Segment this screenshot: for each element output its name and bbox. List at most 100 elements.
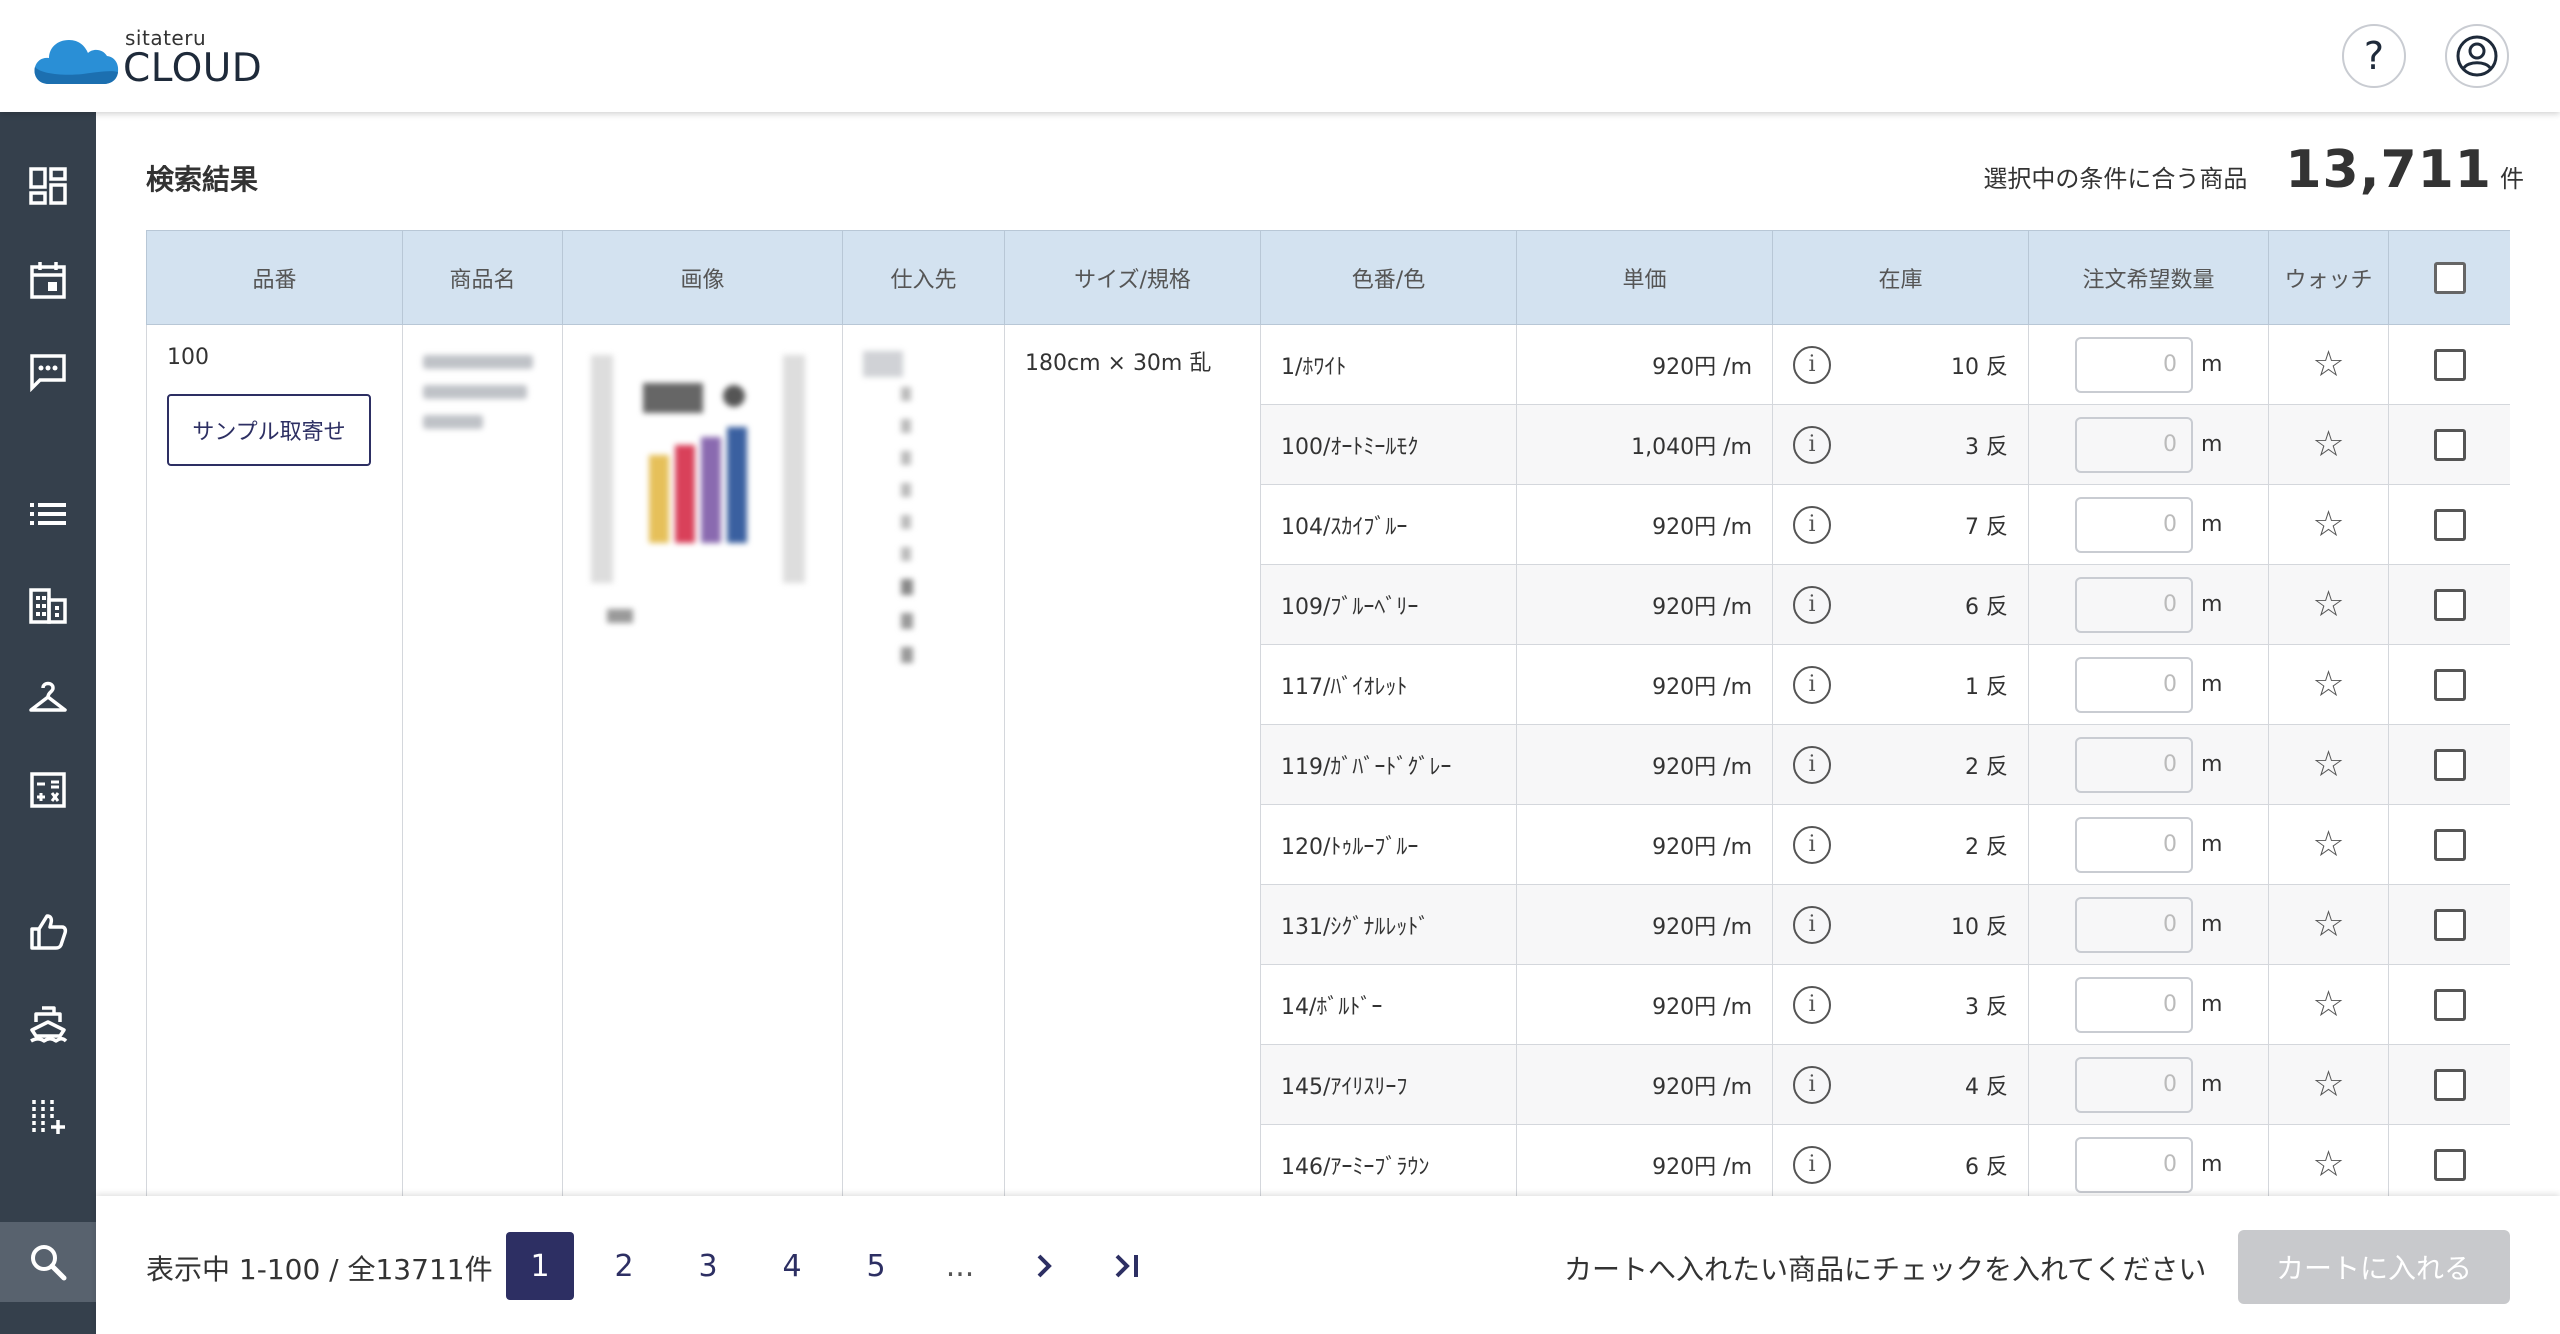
help-button[interactable]: ?: [2342, 24, 2406, 88]
select-cell[interactable]: [2388, 564, 2510, 645]
add-to-cart-button[interactable]: カートに入れる: [2238, 1230, 2510, 1304]
row-checkbox[interactable]: [2433, 428, 2466, 461]
qty-input[interactable]: 0: [2075, 1056, 2193, 1113]
info-icon[interactable]: i: [1793, 1065, 1831, 1104]
row-checkbox[interactable]: [2433, 908, 2466, 941]
star-icon[interactable]: ☆: [2312, 1144, 2344, 1185]
table-header-row: 品番 商品名 画像 仕入先 サイズ/規格 色番/色 単価 在庫 注文希望数量 ウ…: [146, 230, 2510, 325]
qty-input[interactable]: 0: [2075, 576, 2193, 633]
qty-input[interactable]: 0: [2075, 976, 2193, 1033]
star-icon[interactable]: ☆: [2312, 504, 2344, 545]
info-icon[interactable]: i: [1793, 745, 1831, 784]
info-icon[interactable]: i: [1793, 825, 1831, 864]
select-cell[interactable]: [2388, 1124, 2510, 1205]
qty-unit: m: [2201, 1072, 2223, 1097]
page-1-button[interactable]: 1: [506, 1232, 574, 1300]
select-all-checkbox[interactable]: [2433, 261, 2466, 294]
star-icon[interactable]: ☆: [2312, 1064, 2344, 1105]
row-checkbox[interactable]: [2433, 348, 2466, 381]
select-cell[interactable]: [2388, 404, 2510, 485]
qty-input[interactable]: 0: [2075, 496, 2193, 553]
select-cell[interactable]: [2388, 804, 2510, 885]
star-icon[interactable]: ☆: [2312, 744, 2344, 785]
info-icon[interactable]: i: [1793, 905, 1831, 944]
star-icon[interactable]: ☆: [2312, 584, 2344, 625]
price-cell: 920円 /m: [1516, 324, 1773, 405]
star-icon[interactable]: ☆: [2312, 824, 2344, 865]
qty-input[interactable]: 0: [2075, 336, 2193, 393]
next-page-button[interactable]: [1010, 1232, 1078, 1300]
select-cell[interactable]: [2388, 324, 2510, 405]
watch-cell[interactable]: ☆: [2268, 1124, 2389, 1205]
row-checkbox[interactable]: [2433, 828, 2466, 861]
sidebar-item-calendar[interactable]: [0, 240, 96, 320]
row-checkbox[interactable]: [2433, 1068, 2466, 1101]
qty-input[interactable]: 0: [2075, 656, 2193, 713]
row-checkbox[interactable]: [2433, 668, 2466, 701]
page-4-button[interactable]: 4: [758, 1232, 826, 1300]
info-icon[interactable]: i: [1793, 1145, 1831, 1184]
row-checkbox[interactable]: [2433, 988, 2466, 1021]
star-icon[interactable]: ☆: [2312, 984, 2344, 1025]
sidebar-item-list[interactable]: [0, 474, 96, 554]
select-cell[interactable]: [2388, 644, 2510, 725]
header-select-all[interactable]: [2388, 230, 2510, 325]
sidebar-item-messages[interactable]: [0, 332, 96, 412]
page-5-button[interactable]: 5: [842, 1232, 910, 1300]
sidebar-item-recommend[interactable]: [0, 892, 96, 972]
sidebar-item-companies[interactable]: [0, 566, 96, 646]
qty-input[interactable]: 0: [2075, 896, 2193, 953]
sidebar-item-dashboard[interactable]: [0, 146, 96, 226]
qty-input[interactable]: 0: [2075, 1136, 2193, 1193]
sitateru-cloud-logo[interactable]: sitateru CLOUD: [33, 24, 273, 91]
row-checkbox[interactable]: [2433, 588, 2466, 621]
qty-input[interactable]: 0: [2075, 416, 2193, 473]
account-button[interactable]: [2445, 24, 2509, 88]
watch-cell[interactable]: ☆: [2268, 484, 2389, 565]
last-page-button[interactable]: [1094, 1232, 1162, 1300]
info-icon[interactable]: i: [1793, 665, 1831, 704]
star-icon[interactable]: ☆: [2312, 424, 2344, 465]
row-checkbox[interactable]: [2433, 1148, 2466, 1181]
info-icon[interactable]: i: [1793, 585, 1831, 624]
info-icon[interactable]: i: [1793, 505, 1831, 544]
sidebar-item-search[interactable]: [0, 1222, 96, 1302]
watch-cell[interactable]: ☆: [2268, 964, 2389, 1045]
watch-cell[interactable]: ☆: [2268, 564, 2389, 645]
info-icon[interactable]: i: [1793, 985, 1831, 1024]
info-icon[interactable]: i: [1793, 425, 1831, 464]
qty-input[interactable]: 0: [2075, 736, 2193, 793]
row-checkbox[interactable]: [2433, 508, 2466, 541]
watch-cell[interactable]: ☆: [2268, 1044, 2389, 1125]
info-icon[interactable]: i: [1793, 345, 1831, 384]
stock-cell: i 4 反: [1772, 1044, 2029, 1125]
sample-request-button[interactable]: サンプル取寄せ: [167, 394, 371, 466]
chevron-last-icon: [1115, 1254, 1138, 1278]
product-image-cell[interactable]: [562, 324, 843, 1205]
price-cell: 920円 /m: [1516, 484, 1773, 565]
select-cell[interactable]: [2388, 724, 2510, 805]
select-cell[interactable]: [2388, 964, 2510, 1045]
select-cell[interactable]: [2388, 484, 2510, 565]
qty-input[interactable]: 0: [2075, 816, 2193, 873]
watch-cell[interactable]: ☆: [2268, 804, 2389, 885]
cart-instruction: カートへ入れたい商品にチェックを入れてください: [1564, 1253, 2207, 1286]
select-cell[interactable]: [2388, 884, 2510, 965]
star-icon[interactable]: ☆: [2312, 664, 2344, 705]
star-icon[interactable]: ☆: [2312, 344, 2344, 385]
row-checkbox[interactable]: [2433, 748, 2466, 781]
sidebar-item-shipping[interactable]: [0, 984, 96, 1064]
page-3-button[interactable]: 3: [674, 1232, 742, 1300]
page-2-button[interactable]: 2: [590, 1232, 658, 1300]
star-icon[interactable]: ☆: [2312, 904, 2344, 945]
sidebar-item-add-column[interactable]: [0, 1076, 96, 1156]
watch-cell[interactable]: ☆: [2268, 644, 2389, 725]
watch-cell[interactable]: ☆: [2268, 724, 2389, 805]
watch-cell[interactable]: ☆: [2268, 884, 2389, 965]
watch-cell[interactable]: ☆: [2268, 324, 2389, 405]
select-cell[interactable]: [2388, 1044, 2510, 1125]
watch-cell[interactable]: ☆: [2268, 404, 2389, 485]
sidebar-item-products[interactable]: [0, 658, 96, 738]
sidebar-item-calculator[interactable]: [0, 750, 96, 830]
product-image[interactable]: [583, 345, 823, 625]
